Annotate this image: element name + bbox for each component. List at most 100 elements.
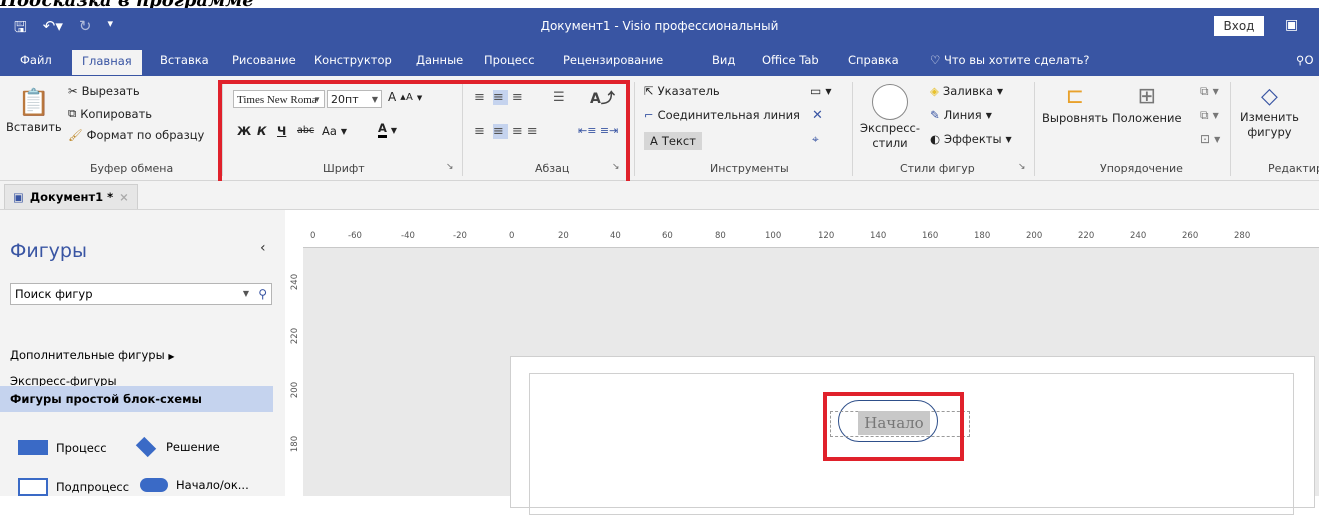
ruler-tick: 160 [922, 231, 939, 241]
change-shape-button[interactable]: ◇ Изменить фигуру [1240, 84, 1299, 139]
chevron-right-icon: ▶ [168, 352, 175, 361]
shape-subprocess[interactable]: Подпроцесс [18, 478, 129, 496]
align-button[interactable]: ⊏ Выровнять [1042, 84, 1108, 125]
ruler-tick: 260 [1182, 231, 1199, 241]
document-tab-label: Документ1 * [29, 190, 114, 204]
tab-draw[interactable]: Рисование [232, 53, 296, 67]
process-shape-icon [18, 440, 48, 455]
ruler-tick: 40 [610, 231, 621, 241]
copy-button[interactable]: ⧉ Копировать [68, 106, 152, 121]
text-tool-label: Текст [661, 134, 696, 148]
clipboard-icon: 📋 [17, 88, 51, 118]
ruler-tick: 20 [558, 231, 569, 241]
ruler-tick: 60 [662, 231, 673, 241]
arrange-group-label: Упорядочение [1100, 162, 1183, 175]
share-button[interactable]: ⚲О [1296, 53, 1314, 67]
horizontal-ruler: 0 -60 -40 -20 0 20 40 60 80 100 120 140 … [285, 221, 1319, 248]
send-backward-icon[interactable]: ⧉ ▼ [1200, 108, 1219, 123]
tab-design[interactable]: Конструктор [314, 53, 392, 67]
close-icon[interactable]: ✕ [812, 108, 823, 123]
connector-tool-button[interactable]: ⌐ Соединительная линия [644, 108, 800, 122]
shape-decision[interactable]: Решение [135, 436, 220, 458]
shape-process[interactable]: Процесс [18, 440, 107, 455]
tab-file[interactable]: Файл [20, 53, 52, 67]
login-button[interactable]: Вход [1214, 16, 1264, 36]
group-icon[interactable]: ⊡ ▼ [1200, 132, 1220, 146]
line-button[interactable]: ✎ Линия ▼ [930, 108, 992, 122]
text-tool-button[interactable]: A Текст [644, 132, 702, 150]
ruler-tick: 240 [1130, 231, 1147, 241]
ruler-tick: -60 [348, 231, 362, 241]
tab-home[interactable]: Главная [72, 50, 142, 75]
tab-help[interactable]: Справка [848, 53, 899, 67]
more-shapes-item[interactable]: Дополнительные фигуры ▶ [0, 342, 273, 368]
tab-office-tab[interactable]: Office Tab [762, 53, 819, 67]
effects-label: Эффекты [944, 132, 1002, 146]
position-button[interactable]: ⊞ Положение [1112, 84, 1182, 125]
group-separator [634, 82, 635, 176]
document-tabs: ▣ Документ1 * × [0, 181, 1319, 210]
basic-flowchart-stencil[interactable]: Фигуры простой блок-схемы [0, 386, 273, 412]
group-separator [852, 82, 853, 176]
search-shapes-input[interactable]: Поиск фигур ▼ ⚲ [10, 283, 272, 305]
format-painter-button[interactable]: 🖌 Формат по образцу [68, 128, 204, 142]
window-title: Документ1 - Visio профессиональный [540, 19, 779, 33]
tell-me-box[interactable]: ♡ Что вы хотите сделать? [930, 53, 1090, 67]
drawing-canvas[interactable] [303, 248, 1319, 515]
paste-button[interactable]: 📋 Вставить [6, 88, 62, 134]
change-shape-icon: ◇ [1261, 84, 1278, 109]
ruler-tick: 180 [290, 435, 301, 453]
format-painter-label: Формат по образцу [86, 128, 205, 142]
quick-styles-button[interactable]: Экспресс- стили [860, 84, 920, 150]
effects-button[interactable]: ◐ Эффекты ▼ [930, 132, 1012, 146]
tab-view[interactable]: Вид [712, 53, 735, 67]
tab-process[interactable]: Процесс [484, 53, 535, 67]
copy-label: Копировать [80, 106, 153, 121]
bring-forward-icon[interactable]: ⧉ ▼ [1200, 84, 1219, 99]
document-tab[interactable]: ▣ Документ1 * × [4, 184, 138, 209]
tell-me-text: Что вы хотите сделать? [943, 53, 1090, 67]
pointer-tool-button[interactable]: ⇱ Указатель [644, 84, 720, 98]
terminator-shape-icon [140, 478, 168, 492]
subprocess-shape-icon [18, 478, 48, 496]
ribbon-display-options-icon[interactable]: ▣ [1285, 17, 1298, 33]
scissors-icon: ✂ [68, 84, 78, 98]
ribbon-tabs: Файл Главная Вставка Рисование Конструкт… [0, 46, 1319, 76]
clipboard-group-label: Буфер обмена [90, 162, 174, 175]
shape-decision-label: Решение [166, 440, 220, 454]
quick-styles-label-2: стили [872, 136, 908, 150]
more-shapes-label: Дополнительные фигуры [10, 348, 165, 362]
ruler-tick: 0 [310, 231, 316, 241]
visio-file-icon: ▣ [13, 190, 24, 204]
connector-label: Соединительная линия [657, 108, 800, 122]
quick-styles-label: Экспресс- [860, 121, 920, 135]
shape-subprocess-label: Подпроцесс [56, 480, 130, 494]
shapes-pane: Фигуры ‹ Поиск фигур ▼ ⚲ Дополнительные … [0, 210, 285, 496]
tab-data[interactable]: Данные [416, 53, 463, 67]
fill-button[interactable]: ◈ Заливка ▼ [930, 84, 1003, 98]
position-icon: ⊞ [1137, 84, 1156, 109]
tab-review[interactable]: Рецензирование [563, 53, 663, 67]
pointer-label: Указатель [657, 84, 720, 98]
effects-icon: ◐ [930, 132, 941, 146]
connection-point-icon[interactable]: ⌖ [812, 132, 819, 147]
close-icon[interactable]: × [119, 185, 129, 209]
brush-icon: 🖌 [68, 128, 83, 142]
ruler-tick: 280 [1234, 231, 1251, 241]
shapes-pane-title: Фигуры [10, 240, 87, 262]
pointer-icon: ⇱ [644, 84, 654, 98]
cut-button[interactable]: ✂ Вырезать [68, 84, 140, 98]
rectangle-tool-icon[interactable]: ▭ ▼ [810, 84, 832, 98]
align-label: Выровнять [1042, 111, 1108, 125]
search-icon[interactable]: ⚲ [258, 284, 267, 304]
shape-styles-dialog-launcher-icon[interactable]: ↘ [1018, 162, 1026, 172]
shape-start-end[interactable]: Начало/ок... [140, 478, 249, 492]
change-shape-label-2: фигуру [1247, 125, 1292, 139]
fill-label: Заливка [942, 84, 993, 98]
quick-styles-icon [872, 84, 908, 120]
chevron-down-icon[interactable]: ▼ [243, 284, 249, 304]
collapse-pane-icon[interactable]: ‹ [260, 240, 266, 256]
shape-styles-group-label: Стили фигур [900, 162, 975, 175]
tab-insert[interactable]: Вставка [160, 53, 209, 67]
title-bar: 🖫 ↶▾ ↻ ▾ Документ1 - Visio профессиональ… [0, 8, 1319, 46]
